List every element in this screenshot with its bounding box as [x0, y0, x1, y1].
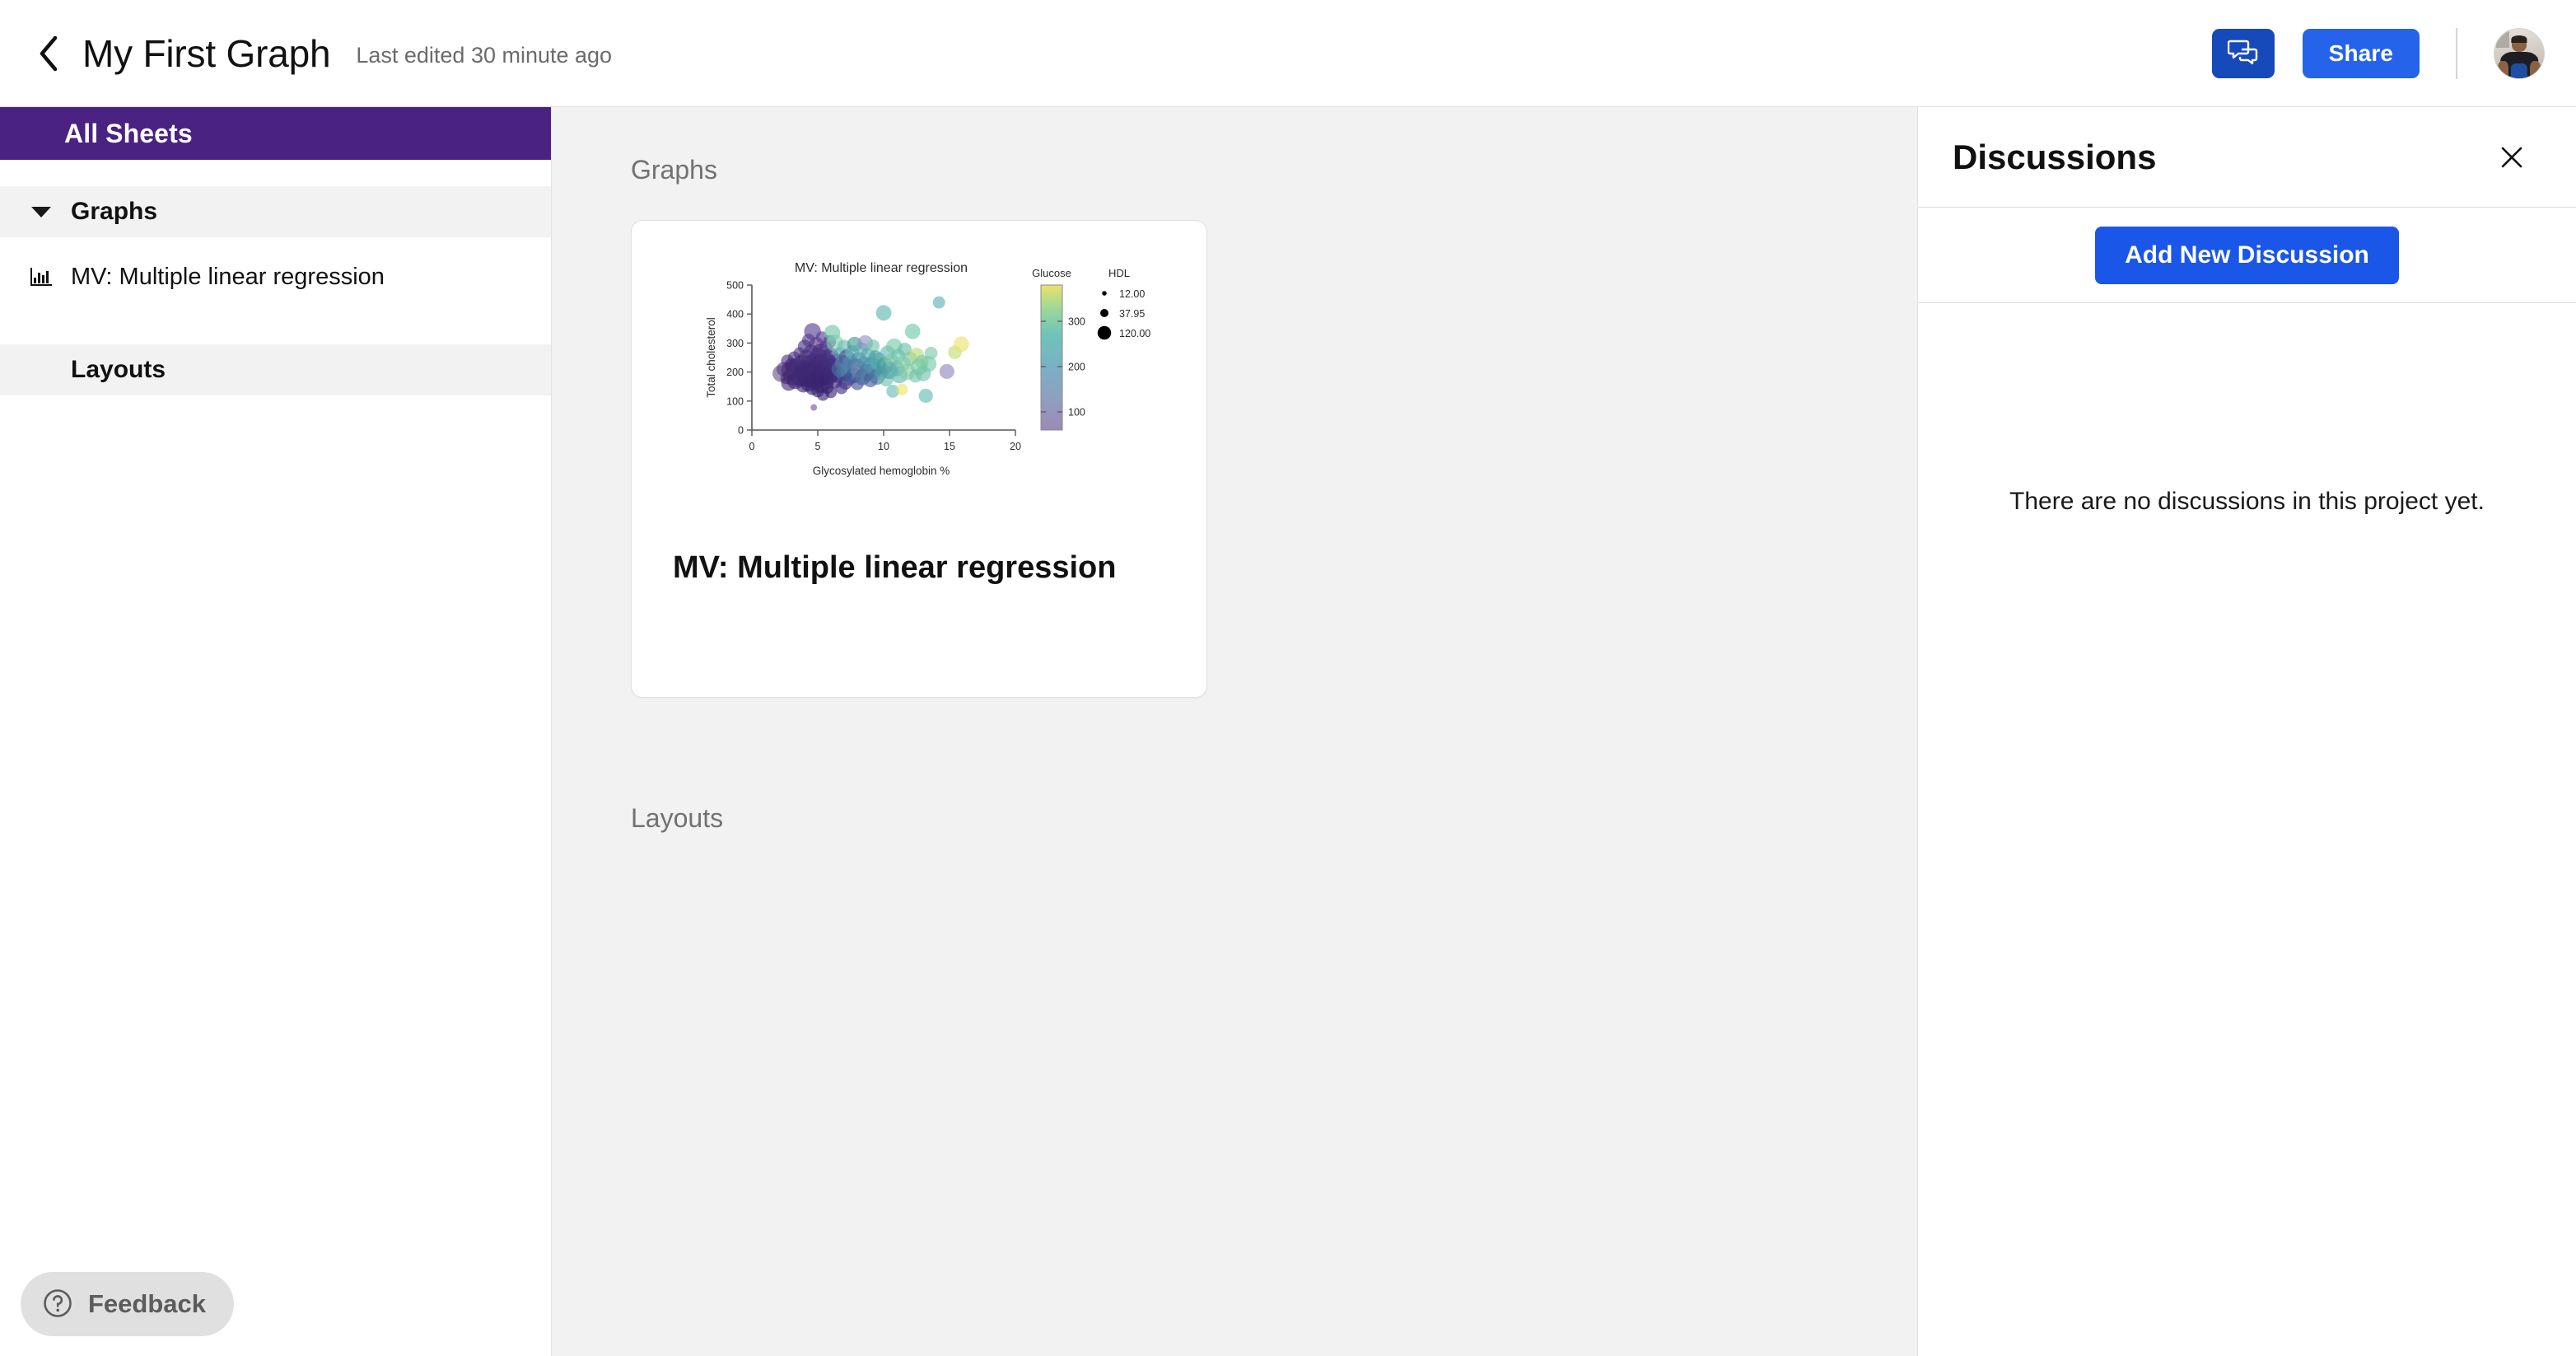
page-title: My First Graph: [82, 31, 330, 76]
close-icon: [2499, 161, 2525, 173]
sidebar-section-layouts[interactable]: Layouts: [0, 344, 551, 395]
svg-text:400: 400: [726, 309, 744, 320]
svg-text:Glycosylated hemoglobin %: Glycosylated hemoglobin %: [813, 465, 950, 477]
svg-text:37.95: 37.95: [1119, 308, 1145, 320]
last-edited-label: Last edited 30 minute ago: [356, 38, 612, 68]
chat-bubbles-icon: [2228, 38, 2259, 68]
back-button[interactable]: [26, 31, 71, 76]
sidebar-section-layouts-label: Layouts: [71, 356, 166, 384]
graph-thumbnail: MV: Multiple linear regression 010020030…: [632, 242, 1208, 522]
graphs-section-heading: Graphs: [631, 155, 1917, 185]
sidebar-tree-fill: [0, 316, 551, 344]
sidebar-item-label: MV: Multiple linear regression: [71, 264, 385, 291]
svg-text:12.00: 12.00: [1119, 288, 1145, 300]
close-discussions-button[interactable]: [2492, 138, 2532, 177]
discussions-action-bar: Add New Discussion: [1918, 208, 2576, 303]
feedback-label: Feedback: [88, 1289, 206, 1319]
svg-text:300: 300: [726, 338, 744, 349]
svg-text:Total cholesterol: Total cholesterol: [705, 317, 717, 398]
svg-text:5: 5: [815, 441, 821, 452]
svg-text:120.00: 120.00: [1119, 328, 1150, 339]
svg-text:100: 100: [726, 395, 744, 407]
discussions-panel: Discussions Add New Discussion There are…: [1917, 107, 2576, 1356]
feedback-button[interactable]: Feedback: [21, 1272, 234, 1336]
main-content: Graphs: [552, 107, 1917, 1356]
sidebar-item-mv-multiple-linear-regression[interactable]: MV: Multiple linear regression: [0, 237, 551, 316]
bar-chart-icon: [25, 263, 58, 291]
sidebar-section-graphs-label: Graphs: [71, 198, 157, 226]
svg-text:100: 100: [1068, 407, 1085, 418]
discussions-empty-state: There are no discussions in this project…: [1918, 303, 2576, 1356]
svg-text:0: 0: [738, 425, 744, 437]
question-circle-icon: [42, 1288, 73, 1321]
sidebar-item-all-sheets[interactable]: All Sheets: [0, 107, 551, 160]
top-bar-actions: Share: [2212, 28, 2576, 79]
graph-card[interactable]: MV: Multiple linear regression 010020030…: [631, 220, 1207, 698]
avatar[interactable]: [2494, 28, 2545, 79]
svg-text:200: 200: [1068, 362, 1085, 373]
sidebar-section-graphs[interactable]: Graphs: [0, 186, 551, 237]
discussions-toggle-button[interactable]: [2212, 29, 2275, 78]
sidebar-empty-area: [0, 395, 551, 1356]
application-root: My First Graph Last edited 30 minute ago…: [0, 0, 2576, 1356]
svg-text:15: 15: [944, 441, 955, 452]
toolbar-divider: [2456, 28, 2457, 79]
discussions-title: Discussions: [1953, 138, 2156, 177]
discussions-header: Discussions: [1918, 107, 2576, 208]
body-row: All Sheets Graphs MV: Multiple li: [0, 107, 2576, 1356]
svg-text:300: 300: [1068, 316, 1085, 328]
top-bar: My First Graph Last edited 30 minute ago…: [0, 0, 2576, 107]
all-sheets-label: All Sheets: [64, 119, 193, 149]
svg-text:500: 500: [726, 280, 744, 292]
svg-text:MV: Multiple linear regression: MV: Multiple linear regression: [795, 261, 968, 275]
svg-text:0: 0: [749, 441, 755, 452]
svg-text:10: 10: [878, 441, 889, 452]
svg-text:HDL: HDL: [1108, 267, 1130, 279]
graph-card-title: MV: Multiple linear regression: [673, 550, 1116, 586]
sidebar-spacer: [0, 160, 551, 186]
layouts-section-heading: Layouts: [631, 803, 1917, 834]
add-new-discussion-button[interactable]: Add New Discussion: [2095, 227, 2399, 284]
svg-text:200: 200: [726, 367, 744, 378]
svg-text:20: 20: [1010, 441, 1021, 452]
discussions-empty-message: There are no discussions in this project…: [2009, 488, 2485, 1356]
svg-text:Glucose: Glucose: [1032, 267, 1071, 279]
chevron-left-icon: [38, 35, 59, 72]
sidebar: All Sheets Graphs MV: Multiple li: [0, 107, 552, 1356]
share-button[interactable]: Share: [2303, 29, 2420, 78]
caret-down-icon: [31, 207, 51, 217]
scatter-plot-svg: MV: Multiple linear regression 010020030…: [632, 242, 1208, 522]
